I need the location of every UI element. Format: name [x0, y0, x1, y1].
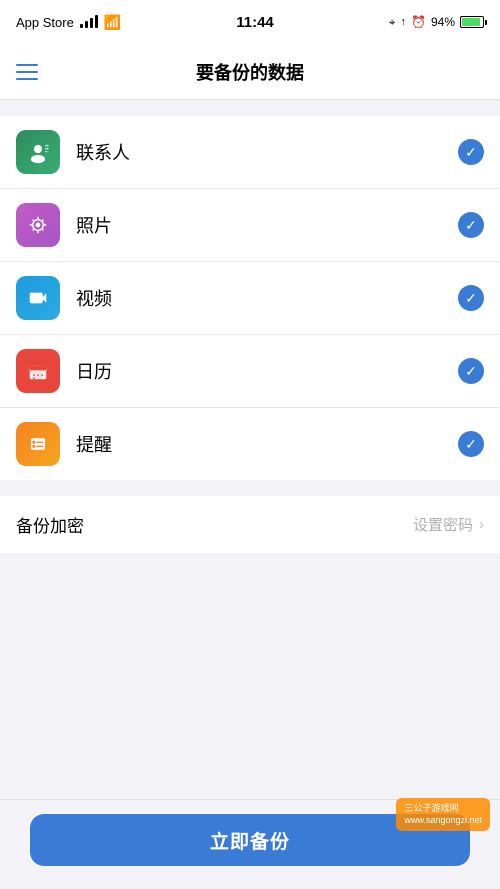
navigation-bar: 要备份的数据	[0, 44, 500, 100]
reminders-icon	[16, 422, 60, 466]
watermark: 三公子游戏网www.sangongzi.net	[396, 798, 490, 831]
contacts-icon	[16, 130, 60, 174]
reminders-checkmark: ✓	[458, 431, 484, 457]
calendar-icon	[16, 349, 60, 393]
data-list-section: 联系人 ✓ 照片 ✓	[0, 116, 500, 480]
section-divider	[0, 480, 500, 496]
chevron-right-icon: ›	[479, 516, 484, 533]
status-bar: App Store 📶 11:44 ⌖ ↑ ⏰ 94%	[0, 0, 500, 44]
gps-icon: ⌖	[389, 15, 396, 30]
photos-checkmark: ✓	[458, 212, 484, 238]
page-title: 要备份的数据	[196, 59, 304, 85]
videos-label: 视频	[76, 285, 458, 311]
encryption-action: 设置密码	[413, 514, 473, 535]
list-item-reminders[interactable]: 提醒 ✓	[0, 408, 500, 480]
list-item-contacts[interactable]: 联系人 ✓	[0, 116, 500, 189]
battery-percent: 94%	[431, 15, 455, 29]
calendar-label: 日历	[76, 358, 458, 384]
videos-icon	[16, 276, 60, 320]
signal-icon	[80, 16, 98, 28]
contacts-checkmark: ✓	[458, 139, 484, 165]
contacts-label: 联系人	[76, 139, 458, 165]
menu-button[interactable]	[16, 64, 38, 80]
list-item-photos[interactable]: 照片 ✓	[0, 189, 500, 262]
empty-area	[0, 553, 500, 773]
reminders-label: 提醒	[76, 431, 458, 457]
photos-label: 照片	[76, 212, 458, 238]
encryption-row[interactable]: 备份加密 设置密码 ›	[0, 496, 500, 553]
list-item-calendar[interactable]: 日历 ✓	[0, 335, 500, 408]
location-arrow-icon: ↑	[401, 16, 407, 28]
list-item-videos[interactable]: 视频 ✓	[0, 262, 500, 335]
battery-icon	[460, 16, 484, 28]
status-time: 11:44	[236, 14, 274, 31]
status-right: ⌖ ↑ ⏰ 94%	[389, 15, 484, 30]
calendar-checkmark: ✓	[458, 358, 484, 384]
alarm-icon: ⏰	[411, 15, 426, 29]
videos-checkmark: ✓	[458, 285, 484, 311]
photos-icon	[16, 203, 60, 247]
wifi-icon: 📶	[104, 14, 121, 31]
status-left: App Store 📶	[16, 14, 121, 31]
encryption-section: 备份加密 设置密码 ›	[0, 496, 500, 553]
app-store-label: App Store	[16, 15, 74, 30]
encryption-label: 备份加密	[16, 512, 413, 537]
